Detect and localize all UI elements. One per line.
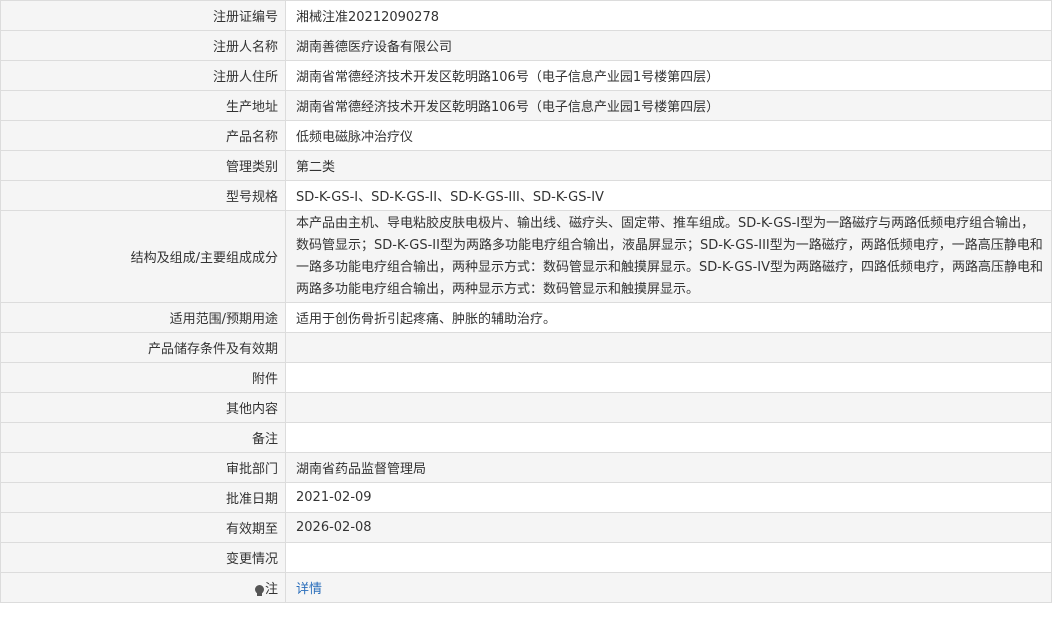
row-label: 其他内容 [0, 392, 286, 423]
table-row-storage-conditions: 产品储存条件及有效期 [0, 332, 1052, 363]
row-value: 湘械注准20212090278 [285, 0, 1052, 31]
row-value: 适用于创伤骨折引起疼痛、肿胀的辅助治疗。 [285, 302, 1052, 333]
row-label: 注册人名称 [0, 30, 286, 61]
row-label: 管理类别 [0, 150, 286, 181]
note-value-cell: 详情 [285, 572, 1052, 603]
row-label: 生产地址 [0, 90, 286, 121]
table-row-note: 注 详情 [0, 572, 1052, 603]
row-label: 审批部门 [0, 452, 286, 483]
table-row-attachments: 附件 [0, 362, 1052, 393]
row-value: 第二类 [285, 150, 1052, 181]
registration-detail-table: 注册证编号 湘械注准20212090278 注册人名称 湖南善德医疗设备有限公司… [0, 0, 1052, 603]
row-value: 湖南善德医疗设备有限公司 [285, 30, 1052, 61]
note-label-cell: 注 [0, 572, 286, 603]
row-label: 注册人住所 [0, 60, 286, 91]
row-value [285, 392, 1052, 423]
note-label: 注 [264, 582, 278, 597]
table-row-remarks: 备注 [0, 422, 1052, 453]
table-row-approval-date: 批准日期 2021-02-09 [0, 482, 1052, 513]
row-label: 注册证编号 [0, 0, 286, 31]
row-value: 2021-02-09 [285, 482, 1052, 513]
table-row-change-status: 变更情况 [0, 542, 1052, 573]
row-label: 批准日期 [0, 482, 286, 513]
lightbulb-icon [254, 585, 264, 596]
row-value [285, 422, 1052, 453]
table-row-valid-until: 有效期至 2026-02-08 [0, 512, 1052, 543]
row-label: 附件 [0, 362, 286, 393]
table-row-structure-composition: 结构及组成/主要组成成分 本产品由主机、导电粘胶皮肤电极片、输出线、磁疗头、固定… [0, 210, 1052, 303]
row-value [285, 542, 1052, 573]
table-row-registration-number: 注册证编号 湘械注准20212090278 [0, 0, 1052, 31]
table-row-other-content: 其他内容 [0, 392, 1052, 423]
row-label: 结构及组成/主要组成成分 [0, 210, 286, 303]
row-label: 产品储存条件及有效期 [0, 332, 286, 363]
table-row-management-category: 管理类别 第二类 [0, 150, 1052, 181]
table-row-registrant-address: 注册人住所 湖南省常德经济技术开发区乾明路106号（电子信息产业园1号楼第四层） [0, 60, 1052, 91]
row-label: 备注 [0, 422, 286, 453]
registration-detail-page: 注册证编号 湘械注准20212090278 注册人名称 湖南善德医疗设备有限公司… [0, 0, 1053, 618]
table-row-intended-use: 适用范围/预期用途 适用于创伤骨折引起疼痛、肿胀的辅助治疗。 [0, 302, 1052, 333]
row-value [285, 332, 1052, 363]
table-row-model-spec: 型号规格 SD-K-GS-I、SD-K-GS-II、SD-K-GS-III、SD… [0, 180, 1052, 211]
row-value: 本产品由主机、导电粘胶皮肤电极片、输出线、磁疗头、固定带、推车组成。SD-K-G… [285, 210, 1052, 303]
row-value: 湖南省常德经济技术开发区乾明路106号（电子信息产业园1号楼第四层） [285, 60, 1052, 91]
row-value: 低频电磁脉冲治疗仪 [285, 120, 1052, 151]
row-label: 适用范围/预期用途 [0, 302, 286, 333]
row-value: SD-K-GS-I、SD-K-GS-II、SD-K-GS-III、SD-K-GS… [285, 180, 1052, 211]
details-link[interactable]: 详情 [296, 582, 322, 597]
row-value: 湖南省药品监督管理局 [285, 452, 1052, 483]
row-label: 产品名称 [0, 120, 286, 151]
row-label: 型号规格 [0, 180, 286, 211]
table-row-registrant-name: 注册人名称 湖南善德医疗设备有限公司 [0, 30, 1052, 61]
row-value: 湖南省常德经济技术开发区乾明路106号（电子信息产业园1号楼第四层） [285, 90, 1052, 121]
table-row-approval-department: 审批部门 湖南省药品监督管理局 [0, 452, 1052, 483]
row-label: 有效期至 [0, 512, 286, 543]
table-row-product-name: 产品名称 低频电磁脉冲治疗仪 [0, 120, 1052, 151]
row-label: 变更情况 [0, 542, 286, 573]
row-value [285, 362, 1052, 393]
row-value: 2026-02-08 [285, 512, 1052, 543]
table-row-production-address: 生产地址 湖南省常德经济技术开发区乾明路106号（电子信息产业园1号楼第四层） [0, 90, 1052, 121]
